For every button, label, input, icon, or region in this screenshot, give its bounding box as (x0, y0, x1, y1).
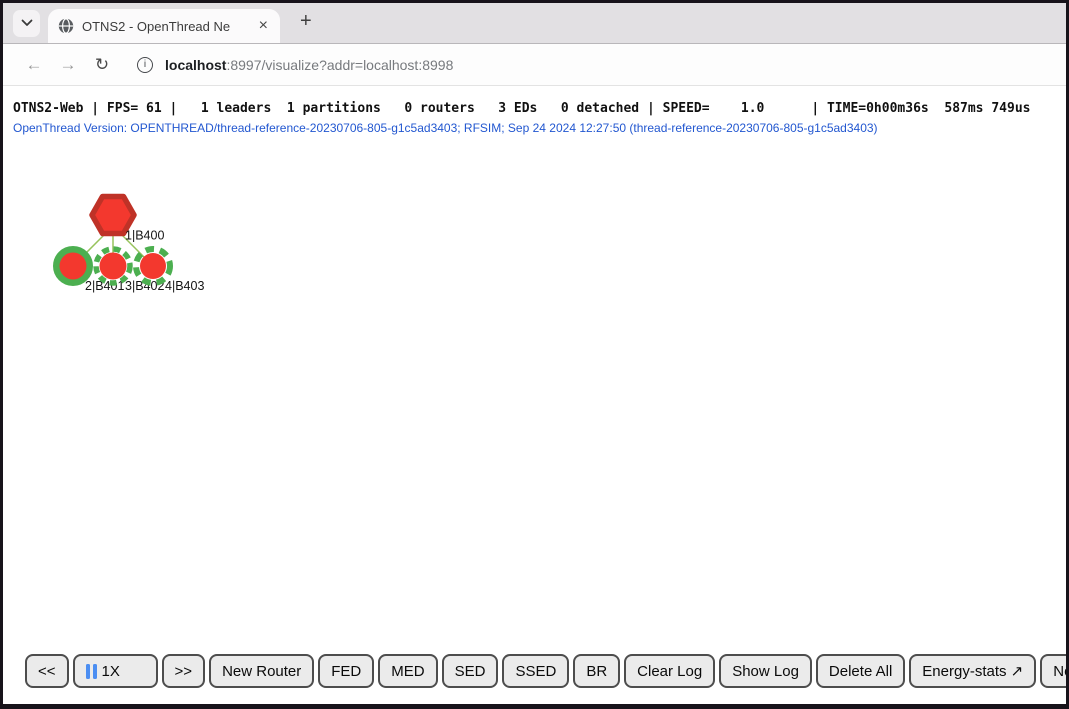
tab-otns2[interactable]: OTNS2 - OpenThread Ne × (48, 9, 280, 43)
node-label: 1|B400 (125, 229, 164, 243)
ssed-button[interactable]: SSED (502, 654, 569, 688)
back-icon[interactable]: ← (17, 55, 51, 75)
network-canvas: 1|B400 2|B401 3|B402 4|B40 (3, 86, 323, 326)
control-toolbar: << 1X >> New Router FED MED SED SSED BR … (25, 654, 1066, 688)
node-child-2[interactable] (57, 250, 90, 283)
fed-button[interactable]: FED (318, 654, 374, 688)
node-label: 4|B403 (165, 279, 204, 293)
pause-speed-button[interactable]: 1X (73, 654, 158, 688)
url-path: :8997/visualize?addr=localhost:8998 (226, 57, 453, 73)
energy-stats-button[interactable]: Energy-stats ↗ (909, 654, 1036, 688)
tab-close-icon[interactable]: × (255, 17, 272, 35)
sed-button[interactable]: SED (442, 654, 499, 688)
address-bar: ← → ↻ i localhost:8997/visualize?addr=lo… (3, 44, 1066, 86)
browser-window: OTNS2 - OpenThread Ne × + ← → ↻ i localh… (3, 3, 1066, 704)
med-button[interactable]: MED (378, 654, 437, 688)
new-router-button[interactable]: New Router (209, 654, 314, 688)
globe-favicon-icon (58, 18, 74, 34)
speed-down-button[interactable]: << (25, 654, 69, 688)
node-child-4[interactable] (136, 249, 170, 283)
pause-icon (86, 664, 97, 679)
forward-icon[interactable]: → (51, 55, 85, 75)
speed-up-button[interactable]: >> (162, 654, 206, 688)
br-button[interactable]: BR (573, 654, 620, 688)
site-info-icon[interactable]: i (137, 57, 153, 73)
show-log-button[interactable]: Show Log (719, 654, 812, 688)
url-field[interactable]: localhost:8997/visualize?addr=localhost:… (165, 57, 453, 73)
chevron-down-icon (21, 19, 33, 27)
node-stats-button[interactable]: Node-stats ↗ (1040, 654, 1066, 688)
url-host: localhost (165, 57, 226, 73)
clear-log-button[interactable]: Clear Log (624, 654, 715, 688)
delete-all-button[interactable]: Delete All (816, 654, 905, 688)
tab-search-button[interactable] (13, 10, 40, 37)
page-content: OTNS2-Web | FPS= 61 | 1 leaders 1 partit… (3, 86, 1066, 704)
tab-strip: OTNS2 - OpenThread Ne × + (3, 3, 1066, 44)
tab-title: OTNS2 - OpenThread Ne (82, 19, 255, 34)
speed-label: 1X (102, 663, 120, 680)
reload-icon[interactable]: ↻ (85, 55, 119, 75)
new-tab-button[interactable]: + (294, 10, 318, 36)
node-child-3[interactable] (96, 249, 130, 283)
window-frame: OTNS2 - OpenThread Ne × + ← → ↻ i localh… (0, 0, 1069, 709)
